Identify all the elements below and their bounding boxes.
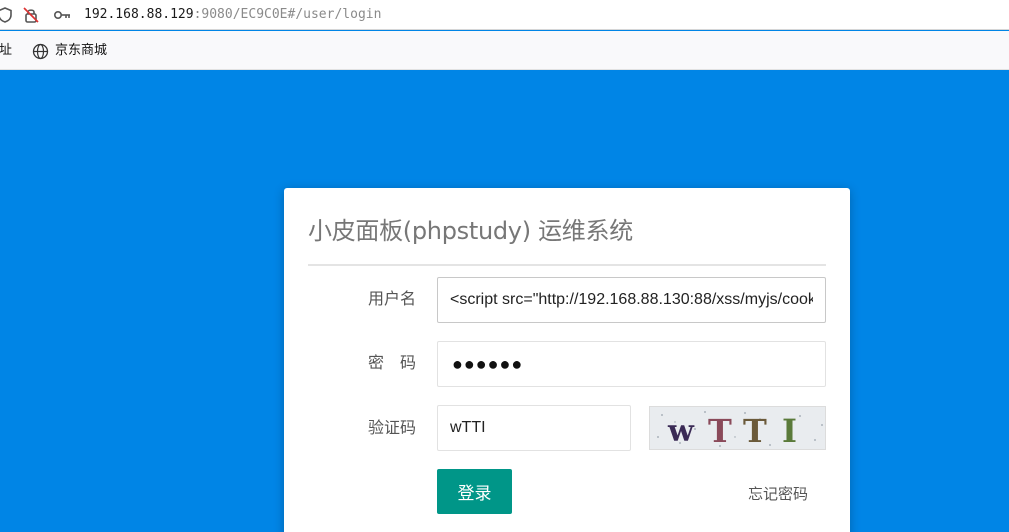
svg-text:T: T — [708, 412, 732, 450]
bookmark-jd[interactable]: 京东商城 — [55, 42, 107, 60]
title-divider — [308, 264, 826, 266]
lock-off-icon[interactable] — [22, 6, 40, 24]
username-label: 用户名 — [368, 289, 417, 308]
login-button[interactable]: 登录 — [437, 469, 512, 514]
url-field[interactable]: 192.168.88.129:9080/EC9C0E#/user/login — [84, 6, 381, 24]
address-bar: 192.168.88.129:9080/EC9C0E#/user/login — [0, 0, 1009, 30]
page-title: 小皮面板(phpstudy) 运维系统 — [308, 217, 633, 245]
captcha-input[interactable] — [437, 405, 631, 451]
password-mask: ●●●●●● — [452, 354, 524, 374]
forgot-password-link[interactable]: 忘记密码 — [748, 483, 808, 504]
globe-icon — [32, 43, 49, 60]
svg-text:T: T — [743, 412, 767, 450]
shield-icon[interactable] — [0, 6, 14, 24]
svg-text:I: I — [782, 412, 797, 450]
captcha-label: 验证码 — [368, 418, 417, 437]
url-host: 192.168.88.129 — [84, 7, 194, 22]
svg-text:w: w — [667, 414, 695, 449]
url-path: :9080/EC9C0E#/user/login — [193, 7, 382, 22]
bookmarks-bar: 网址 京东商城 — [0, 31, 1009, 70]
login-panel: 小皮面板(phpstudy) 运维系统 用户名 密 码 ●●●●●● 验证码 w… — [284, 188, 850, 532]
bookmark-partial[interactable]: 网址 — [0, 42, 12, 60]
captcha-graphic: w T T I — [650, 407, 825, 450]
password-input[interactable]: ●●●●●● — [437, 341, 826, 387]
key-icon[interactable] — [53, 6, 71, 24]
username-input[interactable] — [437, 277, 826, 323]
password-label: 密 码 — [368, 353, 417, 372]
captcha-image[interactable]: w T T I — [649, 406, 826, 450]
